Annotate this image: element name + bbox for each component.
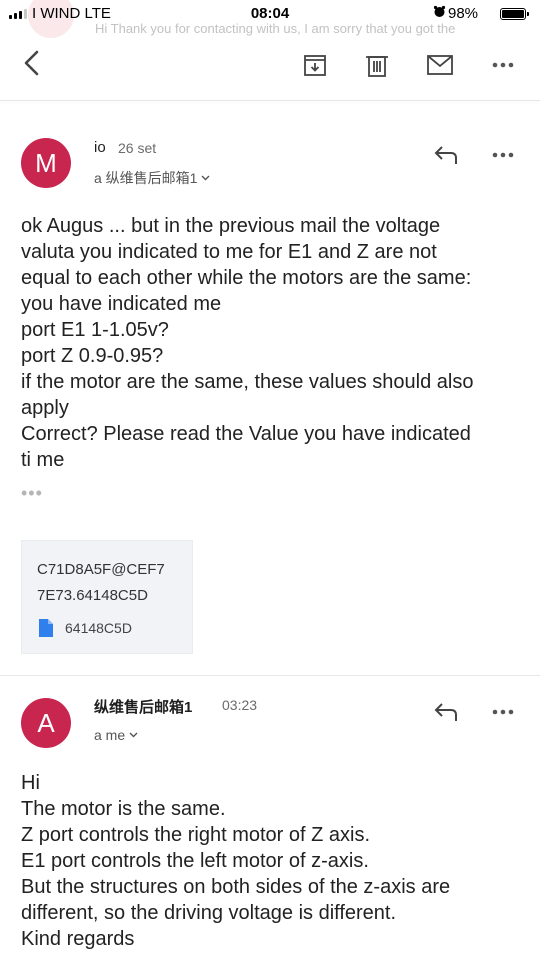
message-date: 03:23 xyxy=(222,697,258,713)
back-button[interactable] xyxy=(14,46,48,80)
more-icon xyxy=(492,62,514,68)
recipient-line[interactable]: a 纵维售后邮箱1 xyxy=(94,168,210,188)
message-body: ok Augus ... but in the previous mail th… xyxy=(21,215,474,471)
recipient-label: a 纵维售后邮箱1 xyxy=(94,170,198,186)
attachment-file-name: 64148C5D xyxy=(65,620,132,636)
recipient-label: a me xyxy=(94,727,126,743)
avatar-letter: M xyxy=(35,147,57,178)
chevron-down-icon xyxy=(201,175,210,181)
attachment-file: 64148C5D xyxy=(39,619,132,637)
more-icon xyxy=(492,152,514,158)
more-icon xyxy=(492,709,514,715)
sender-avatar[interactable]: M xyxy=(21,138,71,188)
delete-button[interactable] xyxy=(362,50,392,80)
sender-name[interactable]: io xyxy=(94,139,106,156)
alarm-icon xyxy=(433,5,446,21)
sender-avatar[interactable]: A xyxy=(21,698,71,748)
battery-percent: 98% xyxy=(448,5,479,22)
mail-toolbar xyxy=(0,28,540,100)
file-icon xyxy=(39,619,53,637)
avatar-letter: A xyxy=(37,707,55,738)
attachment-title-line2: 7E73.64148C5D xyxy=(37,587,148,604)
trash-icon xyxy=(366,56,388,77)
message-divider xyxy=(0,675,540,676)
mark-unread-button[interactable] xyxy=(424,50,456,80)
move-to-icon xyxy=(304,55,326,76)
attachment-title-line1: C71D8A5F@CEF7 xyxy=(37,561,165,578)
reply-icon xyxy=(434,703,457,721)
reply-button[interactable] xyxy=(430,140,462,170)
chevron-down-icon xyxy=(129,732,138,738)
status-bar: I WIND LTE 08:04 98% xyxy=(0,0,540,28)
attachment-card[interactable]: C71D8A5F@CEF7 7E73.64148C5D 64148C5D xyxy=(21,540,193,654)
recipient-line[interactable]: a me xyxy=(94,727,138,743)
more-button[interactable] xyxy=(486,50,520,80)
message-body: Hi The motor is the same. Z port control… xyxy=(21,772,451,950)
back-icon xyxy=(24,50,39,76)
show-quoted-button[interactable]: ••• xyxy=(21,483,43,504)
mail-icon xyxy=(427,55,453,75)
reply-button[interactable] xyxy=(430,697,462,727)
message-more-button[interactable] xyxy=(488,140,518,170)
message-date: 26 set xyxy=(118,140,157,156)
move-button[interactable] xyxy=(300,50,330,80)
message-more-button[interactable] xyxy=(488,697,518,727)
battery-icon xyxy=(500,8,529,20)
sender-name[interactable]: 纵维售后邮箱1 xyxy=(94,696,192,717)
toolbar-divider xyxy=(0,100,540,101)
reply-icon xyxy=(434,146,457,164)
